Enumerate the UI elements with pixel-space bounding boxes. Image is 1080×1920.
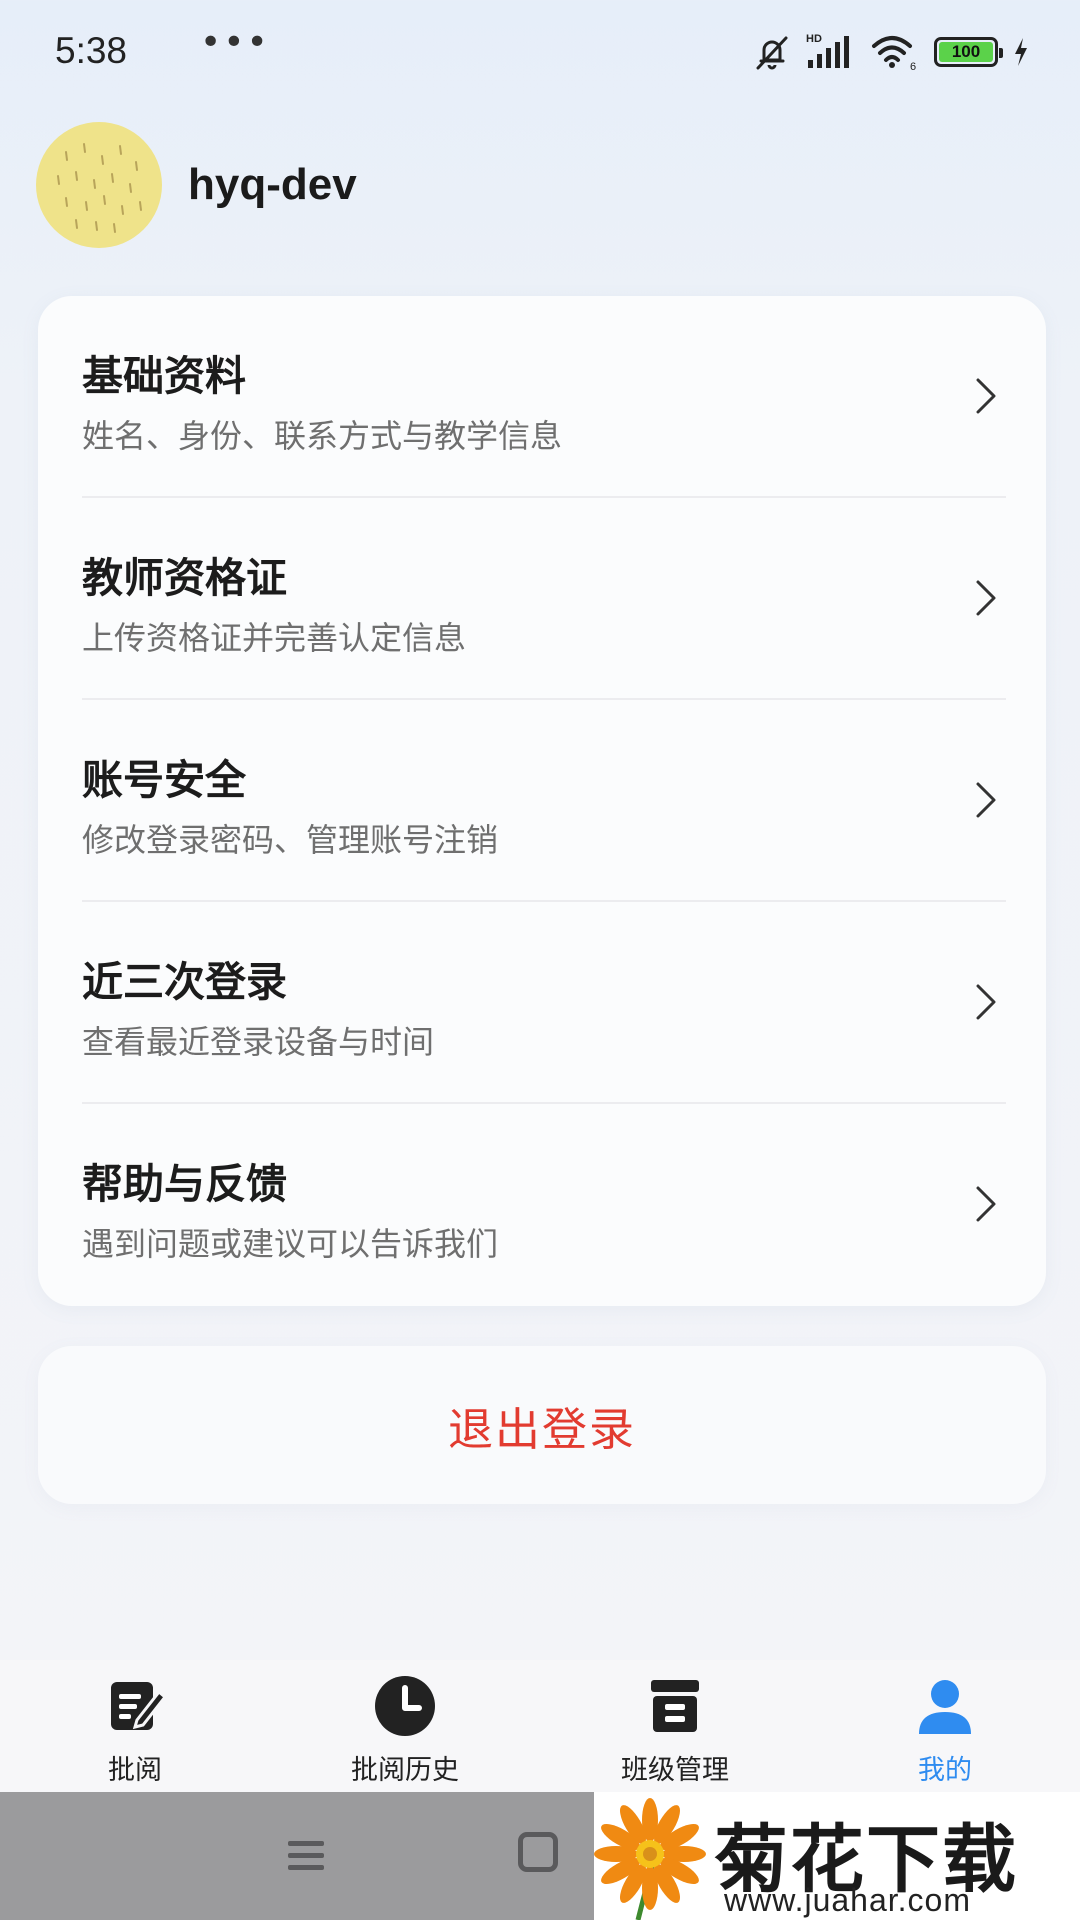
tab-class-management[interactable]: 班级管理 (540, 1660, 810, 1792)
settings-menu-card: 基础资料 姓名、身份、联系方式与教学信息 教师资格证 上传资格证并完善认定信息 … (38, 296, 1046, 1306)
menu-item-title: 账号安全 (82, 756, 246, 804)
menu-item-title: 基础资料 (82, 352, 246, 400)
logout-button[interactable]: 退出登录 (38, 1346, 1046, 1504)
user-icon (919, 1680, 971, 1734)
status-icons: HD 6 100 (752, 30, 1030, 74)
network-label: HD (806, 33, 822, 45)
tab-mine[interactable]: 我的 (810, 1660, 1080, 1792)
menu-item-title: 帮助与反馈 (82, 1160, 287, 1208)
tab-label: 我的 (918, 1755, 972, 1786)
menu-item-account-security[interactable]: 账号安全 修改登录密码、管理账号注销 (38, 700, 1046, 902)
wifi-icon: 6 (872, 36, 916, 72)
chevron-right-icon (976, 580, 996, 616)
avatar[interactable] (36, 122, 162, 248)
tab-label: 批阅历史 (351, 1755, 459, 1786)
menu-item-subtitle: 姓名、身份、联系方式与教学信息 (82, 417, 563, 455)
charging-icon (1015, 38, 1027, 66)
username: hyq-dev (188, 160, 357, 209)
menu-item-subtitle: 遇到问题或建议可以告诉我们 (82, 1225, 499, 1263)
menu-item-recent-logins[interactable]: 近三次登录 查看最近登录设备与时间 (38, 902, 1046, 1104)
battery-icon: 100 (934, 37, 1003, 67)
status-time: 5:38 (55, 30, 128, 71)
menu-item-subtitle: 上传资格证并完善认定信息 (82, 619, 467, 657)
more-dots-icon: ••• (200, 22, 270, 63)
recent-apps-icon[interactable] (286, 1838, 326, 1874)
archive-box-icon (651, 1680, 699, 1732)
tab-review-history[interactable]: 批阅历史 (270, 1660, 540, 1792)
clock-icon (375, 1676, 435, 1736)
menu-item-help-feedback[interactable]: 帮助与反馈 遇到问题或建议可以告诉我们 (38, 1104, 1046, 1306)
bottom-tab-bar: 批阅 批阅历史 班级管理 我的 (0, 1660, 1080, 1792)
profile-header[interactable]: hyq-dev (36, 122, 357, 248)
bell-off-icon (756, 36, 788, 70)
menu-item-basic-info[interactable]: 基础资料 姓名、身份、联系方式与教学信息 (38, 296, 1046, 498)
tab-label: 批阅 (108, 1755, 162, 1786)
wifi-label: 6 (910, 61, 916, 72)
home-icon[interactable] (518, 1832, 558, 1872)
tab-label: 班级管理 (621, 1755, 729, 1786)
watermark-url: www.juahar.com (724, 1882, 971, 1918)
menu-item-title: 教师资格证 (82, 554, 287, 602)
tab-review[interactable]: 批阅 (0, 1660, 270, 1792)
battery-level: 100 (939, 42, 993, 62)
chevron-right-icon (976, 782, 996, 818)
menu-item-subtitle: 查看最近登录设备与时间 (82, 1023, 435, 1061)
logout-label: 退出登录 (447, 1402, 636, 1456)
edit-note-icon (111, 1682, 168, 1730)
signal-icon: HD (806, 33, 849, 68)
watermark: 菊花下载网 www.juahar.com (594, 1792, 1080, 1920)
menu-item-subtitle: 修改登录密码、管理账号注销 (82, 821, 499, 859)
chevron-right-icon (976, 984, 996, 1020)
menu-item-title: 近三次登录 (82, 958, 287, 1006)
flower-logo-icon (594, 1798, 706, 1920)
status-bar: 5:38 ••• HD 6 100 (0, 0, 1080, 100)
menu-item-teacher-certificate[interactable]: 教师资格证 上传资格证并完善认定信息 (38, 498, 1046, 700)
chevron-right-icon (976, 378, 996, 414)
avatar-pattern (57, 143, 142, 233)
chevron-right-icon (976, 1186, 996, 1222)
